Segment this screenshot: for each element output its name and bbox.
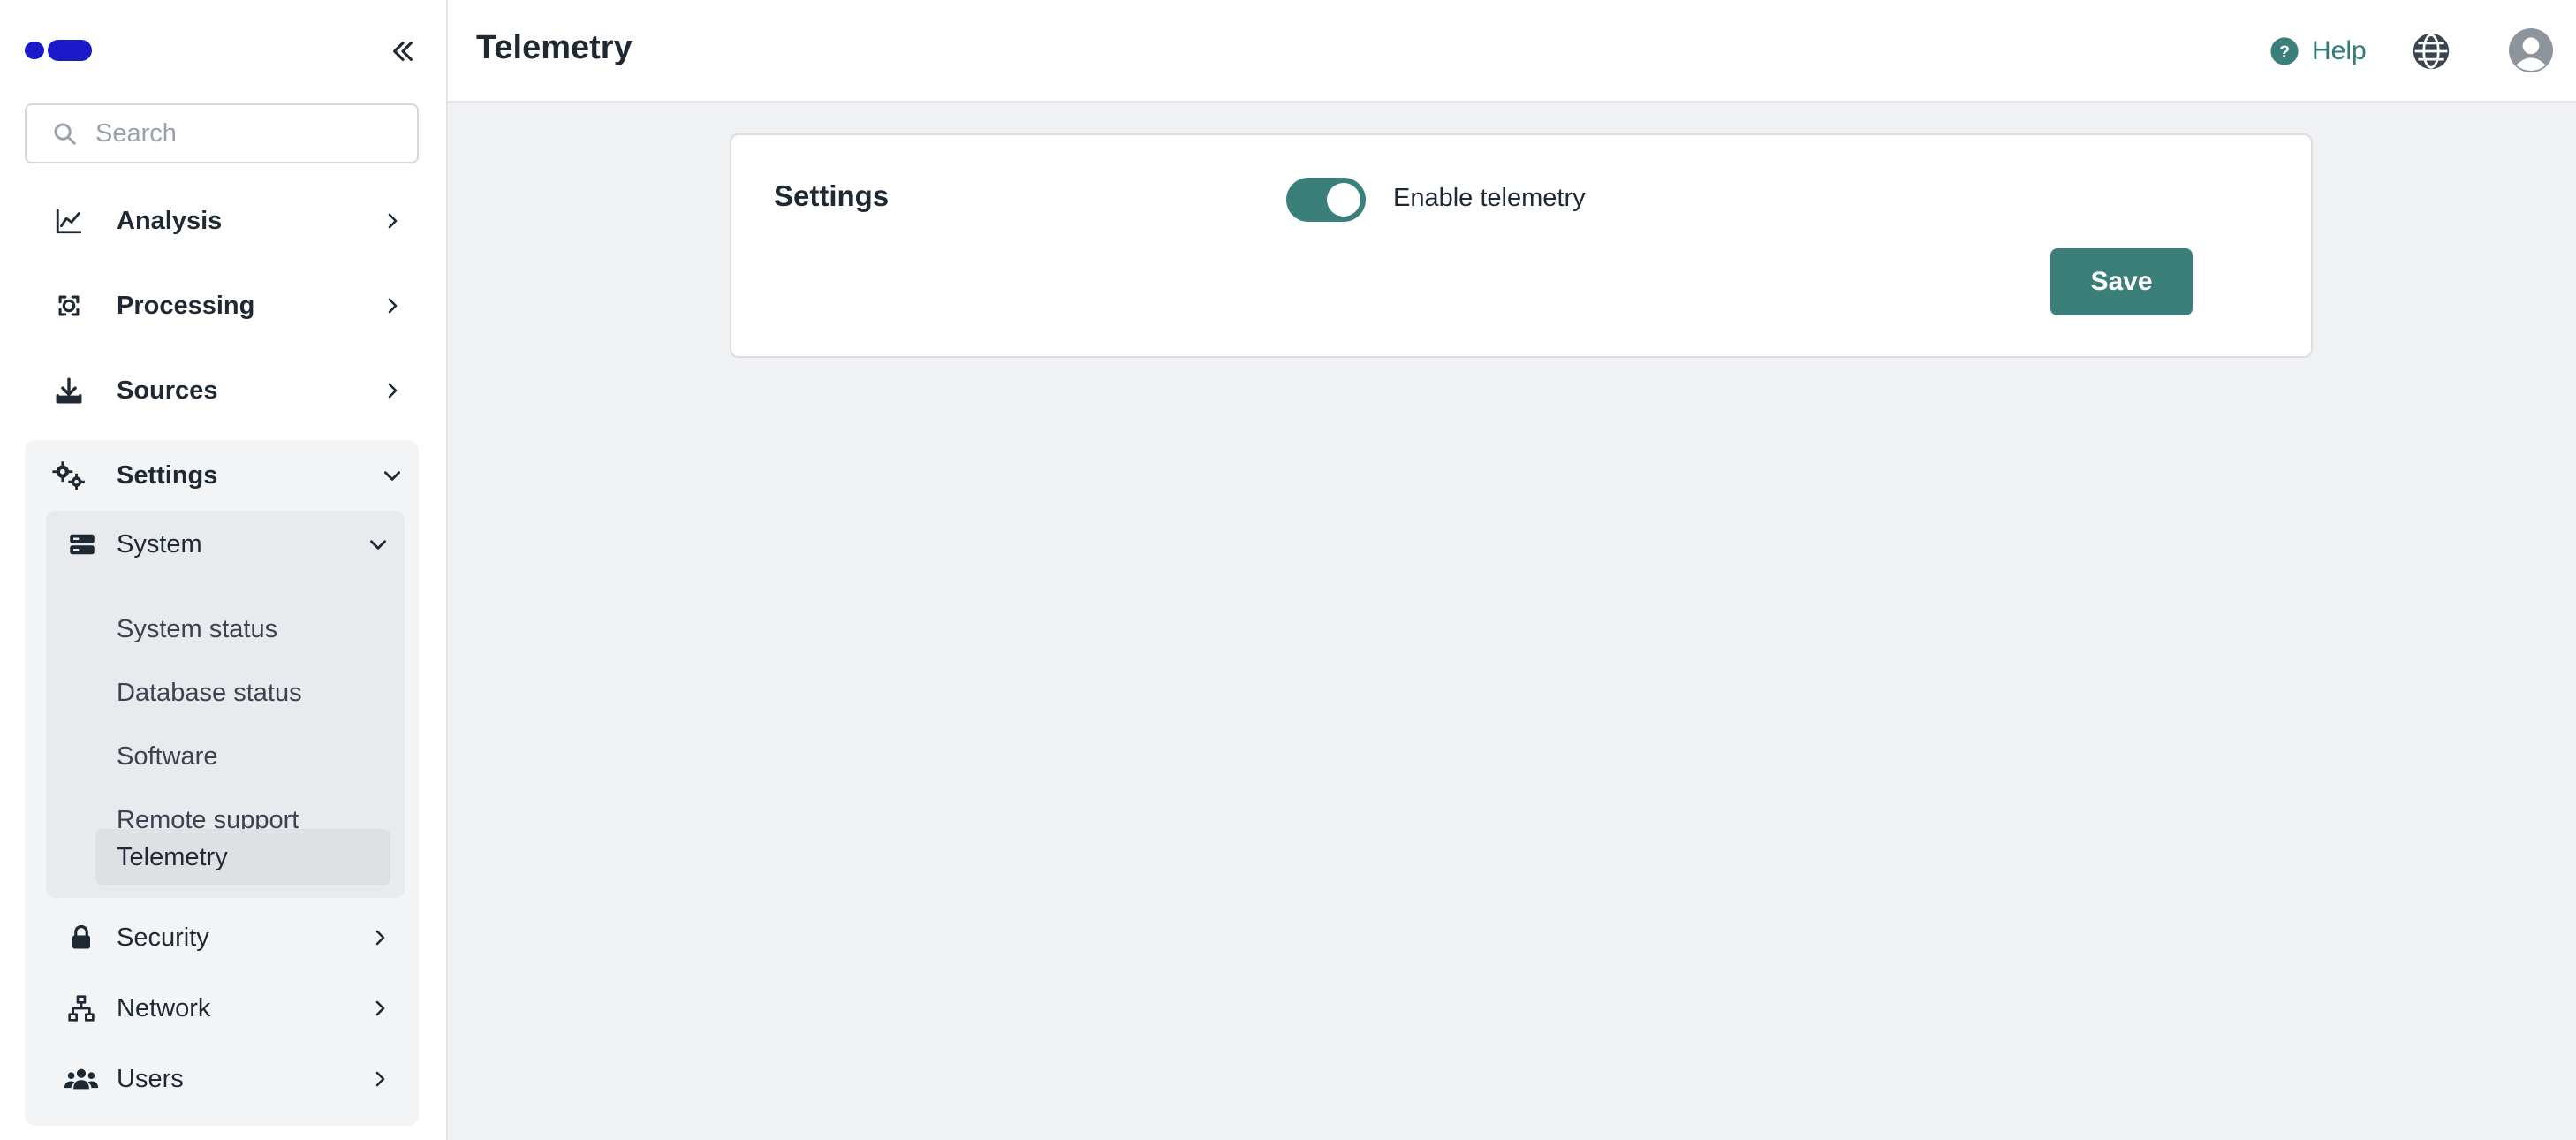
- sidebar-item-label: Database status: [117, 678, 302, 707]
- search-input[interactable]: [95, 118, 396, 148]
- sidebar-item-system[interactable]: System: [46, 514, 405, 574]
- sidebar-item-label: Processing: [117, 291, 255, 320]
- help-link[interactable]: ? Help: [2269, 34, 2367, 69]
- telemetry-settings-card: Settings Enable telemetry Save: [730, 133, 2313, 358]
- sidebar: Analysis Processing Sources: [0, 0, 448, 1140]
- sidebar-item-label: Telemetry: [117, 842, 228, 871]
- sidebar-item-telemetry[interactable]: Telemetry: [46, 829, 405, 885]
- lock-icon: [64, 920, 99, 955]
- chevron-down-icon: [364, 530, 392, 559]
- sidebar-item-label: System: [117, 529, 202, 559]
- chevron-right-icon: [378, 292, 406, 320]
- search-icon: [54, 123, 76, 145]
- double-chevron-left-icon: [393, 42, 413, 61]
- sidebar-item-label: System status: [117, 614, 278, 643]
- download-icon: [51, 373, 87, 408]
- users-icon: [64, 1061, 99, 1097]
- svg-text:?: ?: [2279, 42, 2290, 62]
- enable-telemetry-toggle[interactable]: [1286, 178, 1366, 222]
- sidebar-item-label: Analysis: [117, 206, 223, 235]
- sidebar-item-label: Users: [117, 1064, 184, 1093]
- line-chart-icon: [51, 203, 87, 239]
- user-avatar-icon[interactable]: [2509, 28, 2553, 72]
- server-icon: [67, 529, 97, 559]
- card-title: Settings: [774, 179, 890, 212]
- save-button[interactable]: Save: [2050, 248, 2193, 315]
- toggle-label: Enable telemetry: [1393, 184, 1586, 212]
- collapse-sidebar-button[interactable]: [385, 34, 420, 69]
- app-logo[interactable]: [25, 40, 95, 61]
- chevron-right-icon: [366, 923, 394, 952]
- sidebar-item-network[interactable]: Network: [25, 977, 419, 1039]
- sidebar-item-label: Security: [117, 923, 209, 952]
- chevron-down-icon: [378, 461, 406, 490]
- sidebar-item-sources[interactable]: Sources: [25, 355, 419, 426]
- page-title: Telemetry: [476, 29, 633, 66]
- sidebar-item-processing[interactable]: Processing: [25, 270, 419, 341]
- help-circle-icon: ?: [2270, 37, 2299, 65]
- gears-icon: [51, 458, 87, 493]
- network-icon: [64, 991, 99, 1026]
- sidebar-item-settings[interactable]: Settings: [25, 440, 419, 511]
- chevron-right-icon: [378, 207, 406, 235]
- sidebar-item-label: Sources: [117, 376, 218, 405]
- sidebar-item-label: Network: [117, 993, 211, 1022]
- chevron-right-icon: [366, 1065, 394, 1093]
- sidebar-item-security[interactable]: Security: [25, 907, 419, 969]
- search-box[interactable]: [25, 103, 419, 163]
- top-header: Telemetry ? Help: [448, 0, 2576, 103]
- sidebar-item-software[interactable]: Software: [46, 728, 405, 785]
- sidebar-item-database-status[interactable]: Database status: [46, 665, 405, 721]
- sidebar-item-label: Settings: [117, 460, 218, 490]
- chevron-right-icon: [366, 994, 394, 1022]
- globe-icon[interactable]: [2412, 32, 2451, 71]
- sidebar-item-label: Software: [117, 741, 218, 771]
- sidebar-item-system-status[interactable]: System status: [46, 601, 405, 657]
- help-label: Help: [2312, 36, 2367, 65]
- toggle-knob: [1327, 183, 1360, 217]
- settings-group: Settings System System status Database s…: [25, 440, 419, 1126]
- processing-icon: [51, 288, 87, 323]
- system-group: System System status Database status Sof…: [46, 511, 405, 898]
- sidebar-item-users[interactable]: Users: [25, 1048, 419, 1110]
- chevron-right-icon: [378, 376, 406, 405]
- sidebar-item-analysis[interactable]: Analysis: [25, 186, 419, 256]
